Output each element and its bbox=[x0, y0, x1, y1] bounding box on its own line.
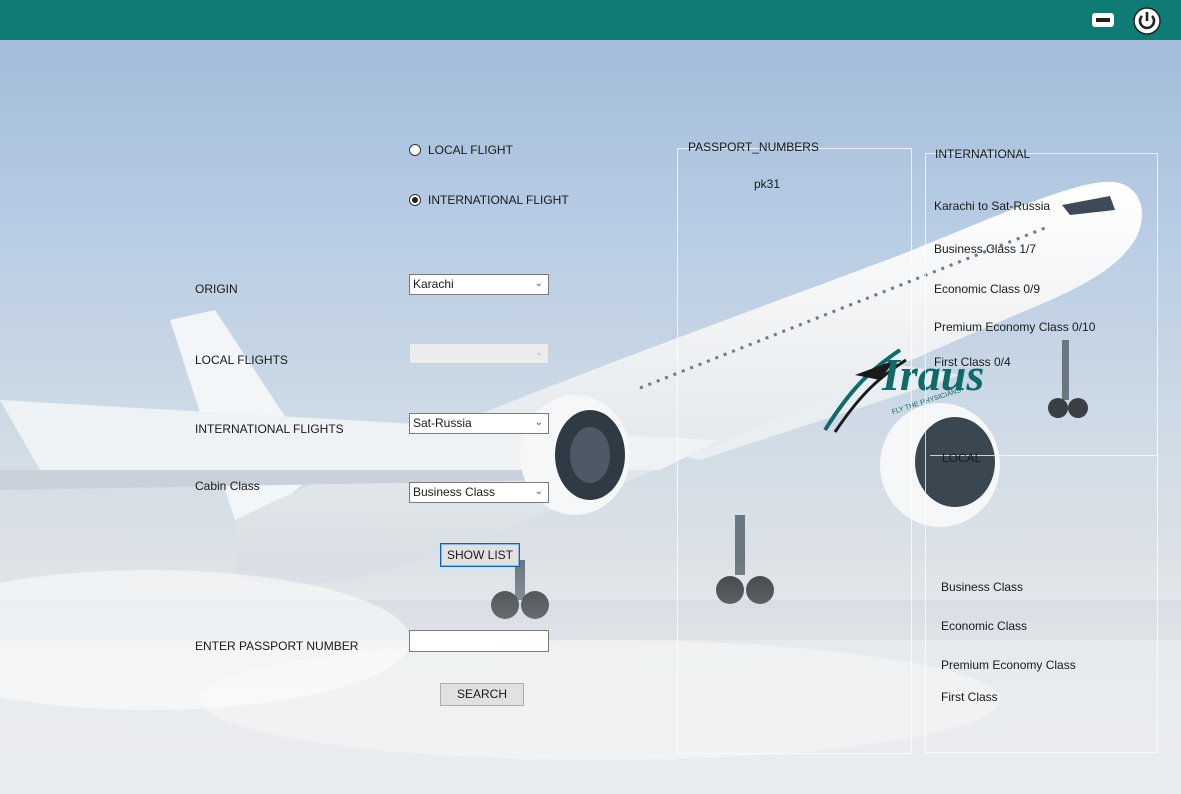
international-route: Karachi to Sat-Russia bbox=[934, 199, 1051, 213]
origin-label: ORIGIN bbox=[195, 282, 238, 296]
passport-numbers-group bbox=[677, 148, 912, 754]
title-bar bbox=[0, 0, 1181, 40]
origin-select-value: Karachi bbox=[413, 277, 454, 291]
local-flight-radio[interactable]: LOCAL FLIGHT bbox=[409, 143, 513, 157]
local-first-class: First Class bbox=[941, 690, 998, 704]
local-business-class: Business Class bbox=[941, 580, 1024, 594]
app-window: Iraus FLY THE PHYSICIANS LOCAL FLIGHT IN… bbox=[0, 0, 1181, 794]
international-title: INTERNATIONAL bbox=[935, 147, 1031, 161]
cabin-class-select-value: Business Class bbox=[413, 485, 496, 499]
local-title: LOCAL bbox=[942, 451, 982, 465]
local-flight-radio-circle[interactable] bbox=[409, 144, 421, 156]
show-list-button[interactable]: SHOW LIST bbox=[440, 543, 520, 567]
minimize-icon bbox=[1092, 13, 1114, 27]
chevron-down-icon: ⌄ bbox=[534, 347, 543, 358]
international-flight-radio-circle[interactable] bbox=[409, 194, 421, 206]
local-flight-radio-label: LOCAL FLIGHT bbox=[428, 143, 513, 157]
international-business-class: Business Class 1/7 bbox=[934, 242, 1037, 256]
local-flights-select[interactable]: ⌄ bbox=[409, 343, 549, 364]
origin-select[interactable]: Karachi ⌄ bbox=[409, 274, 549, 295]
power-icon bbox=[1133, 7, 1161, 35]
local-economic-class: Economic Class bbox=[941, 619, 1028, 633]
cabin-class-label: Cabin Class bbox=[195, 479, 260, 493]
passport-number-input[interactable] bbox=[409, 630, 549, 652]
international-premium-economy-class: Premium Economy Class 0/10 bbox=[934, 320, 1096, 334]
search-button[interactable]: SEARCH bbox=[440, 683, 524, 706]
passport-number-label: ENTER PASSPORT NUMBER bbox=[195, 639, 359, 653]
international-flights-select-value: Sat-Russia bbox=[413, 416, 472, 430]
local-premium-economy-class: Premium Economy Class bbox=[941, 658, 1076, 672]
minimize-button[interactable] bbox=[1091, 8, 1115, 32]
passport-numbers-title: PASSPORT_NUMBERS bbox=[688, 140, 819, 154]
international-economic-class: Economic Class 0/9 bbox=[934, 282, 1041, 296]
international-first-class: First Class 0/4 bbox=[934, 355, 1011, 369]
local-flights-label: LOCAL FLIGHTS bbox=[195, 353, 288, 367]
power-button[interactable] bbox=[1133, 7, 1161, 35]
cabin-class-select[interactable]: Business Class ⌄ bbox=[409, 482, 549, 503]
international-flights-select[interactable]: Sat-Russia ⌄ bbox=[409, 413, 549, 434]
international-flight-radio-label: INTERNATIONAL FLIGHT bbox=[428, 193, 569, 207]
international-flight-radio[interactable]: INTERNATIONAL FLIGHT bbox=[409, 193, 569, 207]
chevron-down-icon: ⌄ bbox=[534, 486, 543, 497]
international-flights-label: INTERNATIONAL FLIGHTS bbox=[195, 422, 344, 436]
chevron-down-icon: ⌄ bbox=[534, 278, 543, 289]
chevron-down-icon: ⌄ bbox=[534, 417, 543, 428]
passport-list-item[interactable]: pk31 bbox=[754, 177, 780, 191]
